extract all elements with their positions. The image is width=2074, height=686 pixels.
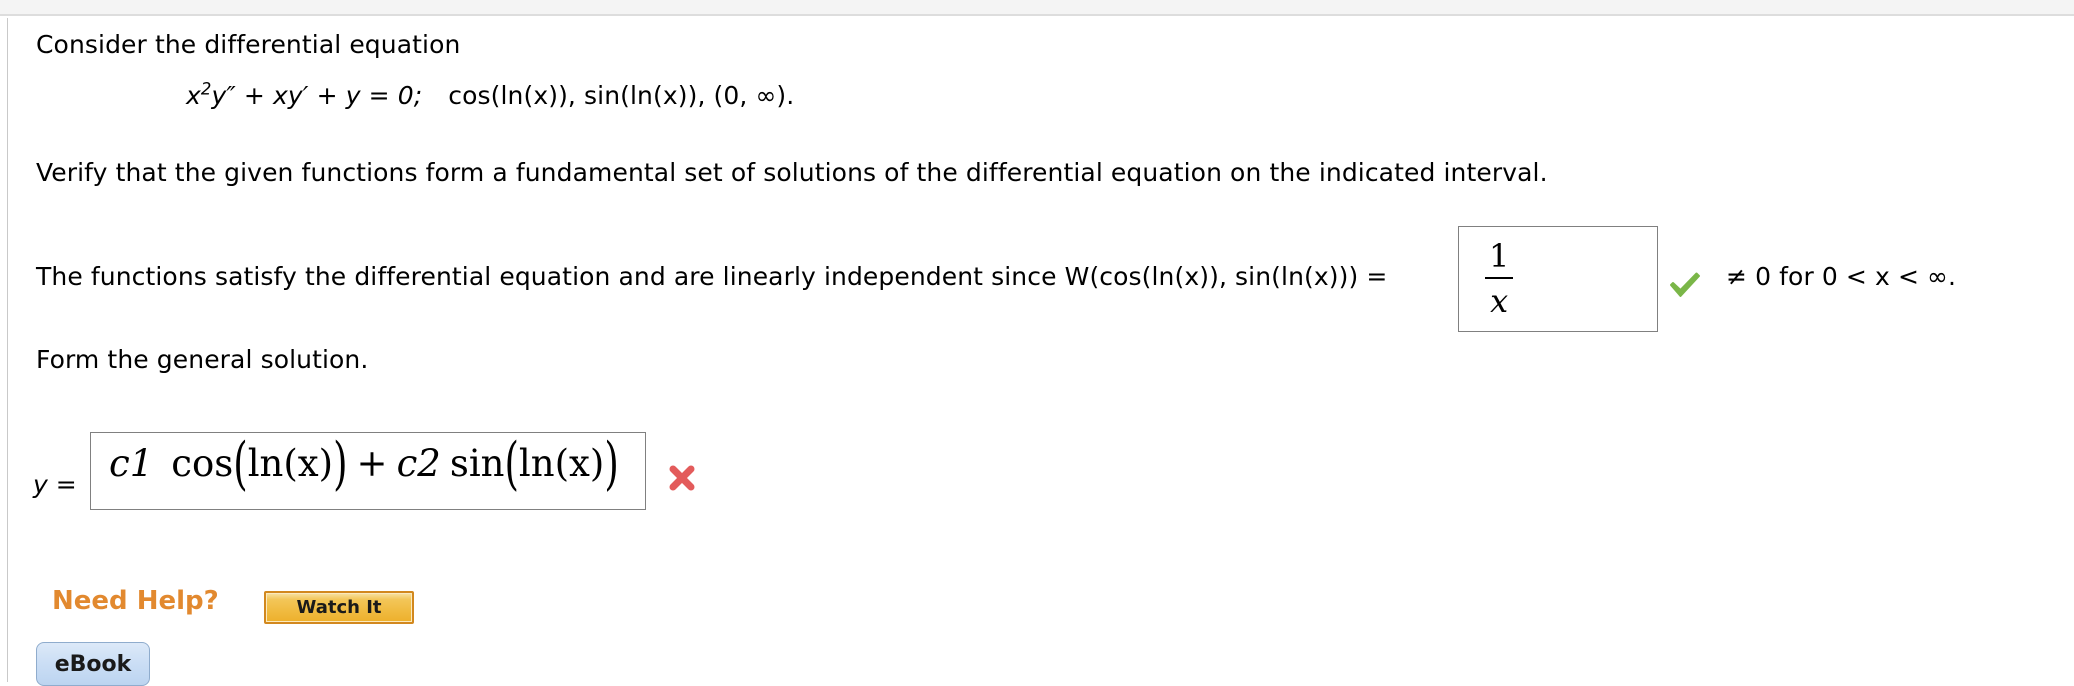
fraction-bar [1485, 277, 1514, 279]
y-equals-label: y = [33, 470, 77, 499]
red-x-icon [668, 464, 696, 492]
differential-equation: x2y″ + xy′ + y = 0; cos(ln(x)), sin(ln(x)… [186, 81, 794, 111]
equation-given-functions: cos(ln(x)), sin(ln(x)), (0, ∞). [448, 81, 795, 110]
general-solution-answer-box[interactable]: c1 cos(ln(x)) + c2 sin(ln(x)) [90, 432, 646, 510]
ebook-label: eBook [54, 651, 132, 677]
watch-it-button[interactable]: Watch It [264, 591, 414, 624]
problem-content: Consider the differential equation x2y″ … [0, 18, 2074, 686]
general-solution-expression: c1 cos(ln(x)) + c2 sin(ln(x)) [109, 430, 619, 497]
cos-function: cos [171, 442, 234, 485]
browser-top-strip [0, 0, 2074, 16]
coefficient-c2: c2 [396, 442, 441, 485]
watch-it-label: Watch It [296, 597, 382, 618]
ln-x-first: ln(x) [247, 442, 334, 485]
wronskian-fraction: 1 x [1485, 237, 1514, 320]
wronskian-numerator: 1 [1489, 237, 1510, 275]
wronskian-tail-label: ≠ 0 for 0 < x < ∞. [1726, 262, 1957, 291]
wronskian-denominator: x [1490, 282, 1509, 320]
sin-function: sin [449, 442, 505, 485]
equation-lhs-exponent: 2 [200, 79, 212, 99]
equation-lhs-base: x [186, 81, 201, 110]
green-check-icon [1668, 270, 1702, 300]
plus-operator: + [356, 442, 388, 485]
need-help-label: Need Help? [52, 586, 219, 616]
wronskian-tail-text: ≠ 0 for 0 < x < ∞. [1726, 262, 1956, 292]
equation-lhs-rest: y″ + xy′ + y = 0; [211, 81, 423, 110]
ebook-button[interactable]: eBook [36, 642, 150, 686]
general-solution-heading: Form the general solution. [36, 345, 369, 374]
y-equals-text: y = [33, 470, 77, 499]
wronskian-statement: The functions satisfy the differential e… [36, 262, 1388, 291]
wronskian-answer-box[interactable]: 1 x [1458, 226, 1658, 332]
coefficient-c1: c1 [109, 442, 154, 485]
problem-prompt: Consider the differential equation [36, 30, 461, 59]
verify-instruction: Verify that the given functions form a f… [36, 158, 1548, 187]
ln-x-second: ln(x) [518, 442, 605, 485]
